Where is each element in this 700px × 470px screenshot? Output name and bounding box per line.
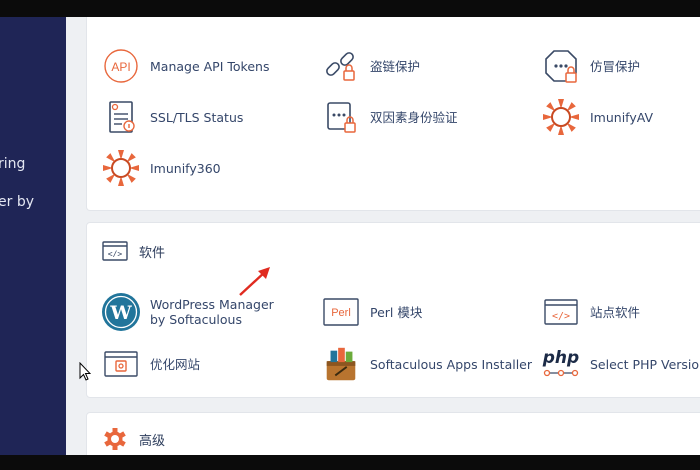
software-section-header[interactable]: </> 软件 xyxy=(101,239,165,263)
section-title: 高级 xyxy=(139,433,166,449)
softaculous-icon xyxy=(321,344,361,384)
item-label: 仿冒保护 xyxy=(590,58,641,74)
spoof-protection-link[interactable]: 仿冒保护 xyxy=(541,46,640,86)
item-label: 双因素身份验证 xyxy=(370,109,458,125)
code-window-icon: </> xyxy=(101,239,129,263)
hotlink-protection-link[interactable]: 盗链保护 xyxy=(321,46,420,86)
top-black-bar xyxy=(0,0,700,17)
advanced-panel: 高级 xyxy=(86,412,700,455)
optimize-website-link[interactable]: 优化网站 xyxy=(101,344,200,384)
ssl-tls-status-link[interactable]: SSL/TLS Status xyxy=(101,97,243,137)
spoof-protection-icon xyxy=(541,46,581,86)
api-icon: API xyxy=(101,46,141,86)
two-factor-auth-link[interactable]: 双因素身份验证 xyxy=(321,97,458,137)
manage-api-tokens-link[interactable]: API Manage API Tokens xyxy=(101,46,269,86)
svg-text:API: API xyxy=(111,60,130,74)
main-content: API Manage API Tokens 盗链保护 仿冒保护 SSL/TLS … xyxy=(66,17,700,455)
hotlink-protection-icon xyxy=(321,46,361,86)
advanced-section-header[interactable]: 高级 xyxy=(101,427,165,451)
item-label: Softaculous Apps Installer xyxy=(370,356,533,372)
item-label: 优化网站 xyxy=(150,356,201,372)
sidebar-text-fragment[interactable]: ring xyxy=(0,156,25,172)
section-title: 软件 xyxy=(139,245,166,261)
item-label: Select PHP Version xyxy=(590,356,700,372)
site-software-link[interactable]: </> 站点软件 xyxy=(541,292,640,332)
item-label: Imunify360 xyxy=(150,160,221,176)
item-label: WordPress Manager by Softaculous xyxy=(150,297,274,327)
item-label: 盗链保护 xyxy=(370,58,421,74)
svg-text:</>: </> xyxy=(552,311,570,322)
gear-icon xyxy=(101,427,129,451)
sidebar: ring er by xyxy=(0,17,66,455)
softaculous-apps-installer-link[interactable]: Softaculous Apps Installer xyxy=(321,344,532,384)
imunify360-icon xyxy=(101,148,141,188)
bottom-black-bar xyxy=(0,455,700,470)
imunifyav-icon xyxy=(541,97,581,137)
item-label: Manage API Tokens xyxy=(150,58,270,74)
svg-text:W: W xyxy=(109,302,132,324)
two-factor-auth-icon xyxy=(321,97,361,137)
item-label: ImunifyAV xyxy=(590,109,654,125)
perl-modules-link[interactable]: Perl Perl 模块 xyxy=(321,292,422,332)
perl-modules-icon: Perl xyxy=(321,292,361,332)
red-arrow-annotation xyxy=(239,267,270,296)
item-label: Perl 模块 xyxy=(370,304,423,320)
wordpress-icon: W xyxy=(101,292,141,332)
svg-text:php: php xyxy=(542,348,579,368)
sidebar-text-fragment[interactable]: er by xyxy=(0,194,34,210)
imunify360-link[interactable]: Imunify360 xyxy=(101,148,221,188)
php-icon: php xyxy=(541,344,581,384)
ssl-status-icon xyxy=(101,97,141,137)
svg-text:Perl: Perl xyxy=(331,307,351,319)
optimize-website-icon xyxy=(101,344,141,384)
mouse-cursor-icon xyxy=(79,362,91,381)
item-label: SSL/TLS Status xyxy=(150,109,244,125)
svg-text:</>: </> xyxy=(108,250,123,259)
site-software-icon: </> xyxy=(541,292,581,332)
item-label: 站点软件 xyxy=(590,304,641,320)
security-panel: API Manage API Tokens 盗链保护 仿冒保护 SSL/TLS … xyxy=(86,17,700,211)
software-panel: </> 软件 W WordPress Manager by Softaculou… xyxy=(86,222,700,398)
imunifyav-link[interactable]: ImunifyAV xyxy=(541,97,653,137)
select-php-version-link[interactable]: php Select PHP Version xyxy=(541,344,700,384)
